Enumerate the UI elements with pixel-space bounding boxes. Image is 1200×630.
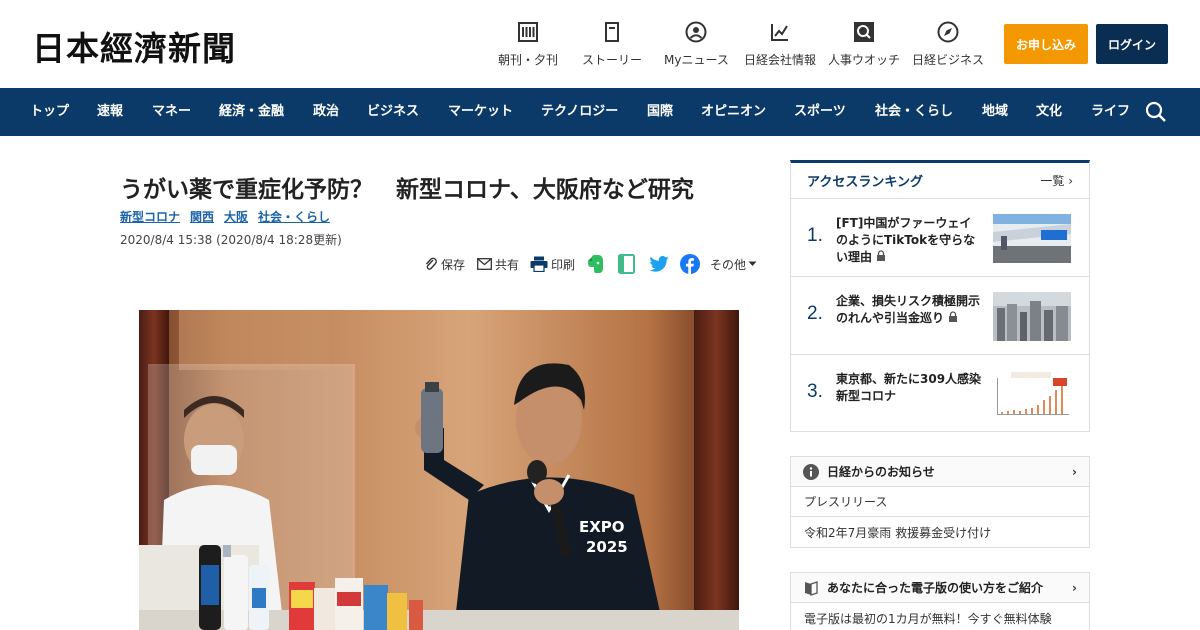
nav-nikkei-business[interactable]: 日経ビジネス bbox=[912, 20, 984, 68]
evernote-icon bbox=[588, 254, 603, 273]
nav-item-economy[interactable]: 経済・金融 bbox=[219, 88, 284, 136]
evernote-button[interactable] bbox=[587, 254, 605, 274]
chevron-right-icon: › bbox=[1072, 580, 1077, 595]
rank-headline: 東京都、新たに309人感染 新型コロナ bbox=[836, 372, 994, 403]
nav-item-sports[interactable]: スポーツ bbox=[794, 88, 846, 136]
share-button[interactable]: 共有 bbox=[477, 254, 519, 274]
nav-item-opinion[interactable]: オピニオン bbox=[701, 88, 766, 136]
nav-item-technology[interactable]: テクノロジー bbox=[541, 88, 618, 136]
rank-number: 1. bbox=[807, 225, 823, 246]
more-share-button[interactable]: その他 bbox=[710, 254, 757, 274]
lock-icon bbox=[949, 311, 958, 322]
article-date: 2020/8/4 15:38 (2020/8/4 18:28更新) bbox=[120, 233, 342, 247]
bookmark-button[interactable] bbox=[618, 254, 636, 274]
ranking-item[interactable]: 2. 企業、損失リスク積極開示 のれんや引当金巡り bbox=[791, 277, 1089, 355]
notices-header[interactable]: 日経からのお知らせ › bbox=[791, 457, 1089, 487]
nav-item-top[interactable]: トップ bbox=[30, 88, 69, 136]
twitter-icon bbox=[649, 256, 669, 272]
free-trial-link[interactable]: 電子版は最初の1カ月が無料！今すぐ無料体験 bbox=[791, 603, 1089, 630]
ranking-header: アクセスランキング 一覧 › bbox=[791, 163, 1089, 199]
printer-icon bbox=[530, 256, 548, 272]
nav-morning-evening[interactable]: 朝刊・夕刊 bbox=[498, 20, 558, 68]
ranking-item[interactable]: 3. 東京都、新たに309人感染 新型コロナ bbox=[791, 355, 1089, 433]
ranking-title: アクセスランキング bbox=[807, 175, 923, 190]
rank-headline: 企業、損失リスク積極開示 のれんや引当金巡り bbox=[836, 294, 993, 325]
chart-icon bbox=[768, 20, 792, 44]
nav-item-money[interactable]: マネー bbox=[152, 88, 191, 136]
rank-number: 3. bbox=[807, 381, 823, 402]
rank-thumbnail bbox=[993, 214, 1071, 263]
login-button[interactable]: ログイン bbox=[1096, 24, 1168, 64]
nav-item-business[interactable]: ビジネス bbox=[367, 88, 419, 136]
rank-number: 2. bbox=[807, 303, 823, 324]
facebook-button[interactable] bbox=[680, 254, 700, 274]
tag-link[interactable]: 社会・くらし bbox=[258, 208, 330, 225]
chevron-right-icon: › bbox=[1072, 464, 1077, 479]
nav-item-life[interactable]: ライフ bbox=[1091, 88, 1130, 136]
nav-item-politics[interactable]: 政治 bbox=[313, 88, 339, 136]
notice-link[interactable]: 令和2年7月豪雨 救援募金受け付け bbox=[791, 517, 1089, 547]
save-button[interactable]: 保存 bbox=[424, 254, 465, 274]
notice-link[interactable]: プレスリリース bbox=[791, 487, 1089, 517]
nav-item-market[interactable]: マーケット bbox=[448, 88, 513, 136]
site-header: 日本經濟新聞 朝刊・夕刊 ストーリー Myニュース 日経会社情報 人事ウオッチ bbox=[0, 0, 1200, 88]
access-ranking: アクセスランキング 一覧 › 1. [FT]中国がファーウェイのようにTikTo… bbox=[790, 160, 1090, 432]
nav-item-international[interactable]: 国際 bbox=[647, 88, 673, 136]
rank-headline: [FT]中国がファーウェイのようにTikTokを守らない理由 bbox=[836, 216, 976, 264]
digital-guide: あなたに合った電子版の使い方をご紹介 › 電子版は最初の1カ月が無料！今すぐ無料… bbox=[790, 572, 1090, 630]
nikkei-notices: 日経からのお知らせ › プレスリリース 令和2年7月豪雨 救援募金受け付け bbox=[790, 456, 1090, 548]
twitter-button[interactable] bbox=[649, 254, 669, 274]
rank-thumbnail bbox=[993, 370, 1071, 419]
rank-thumbnail bbox=[993, 292, 1071, 341]
newspaper-icon bbox=[516, 20, 540, 44]
nav-item-society[interactable]: 社会・くらし bbox=[875, 88, 953, 136]
lock-icon bbox=[877, 250, 886, 261]
book-icon bbox=[805, 580, 818, 596]
chevron-right-icon: › bbox=[1068, 174, 1073, 188]
nav-my-news[interactable]: Myニュース bbox=[664, 20, 729, 68]
print-button[interactable]: 印刷 bbox=[530, 254, 575, 274]
user-icon bbox=[684, 20, 708, 44]
nav-item-region[interactable]: 地域 bbox=[982, 88, 1008, 136]
mail-icon bbox=[477, 258, 492, 270]
compass-icon bbox=[936, 20, 960, 44]
caret-down-icon bbox=[748, 261, 757, 266]
ranking-more-link[interactable]: 一覧 › bbox=[1040, 172, 1073, 189]
tag-link[interactable]: 関西 bbox=[190, 208, 214, 225]
article-title: うがい薬で重症化予防？ 新型コロナ、大阪府など研究 bbox=[120, 177, 694, 203]
category-nav: トップ 速報 マネー 経済・金融 政治 ビジネス マーケット テクノロジー 国際… bbox=[0, 88, 1200, 136]
bookmark-icon bbox=[618, 254, 635, 274]
nav-story[interactable]: ストーリー bbox=[582, 20, 642, 68]
nav-item-culture[interactable]: 文化 bbox=[1036, 88, 1062, 136]
ranking-item[interactable]: 1. [FT]中国がファーウェイのようにTikTokを守らない理由 bbox=[791, 199, 1089, 277]
person-search-icon bbox=[852, 20, 876, 44]
svg-text:2025: 2025 bbox=[586, 538, 628, 556]
svg-text:EXPO: EXPO bbox=[579, 518, 625, 536]
tag-link[interactable]: 新型コロナ bbox=[120, 208, 180, 225]
article-photo: EXPO 2025 bbox=[139, 310, 739, 630]
guide-header[interactable]: あなたに合った電子版の使い方をご紹介 › bbox=[791, 573, 1089, 603]
story-icon bbox=[600, 20, 624, 44]
site-logo[interactable]: 日本經濟新聞 bbox=[32, 22, 236, 70]
apply-button[interactable]: お申し込み bbox=[1004, 24, 1088, 64]
article-tags: 新型コロナ 関西 大阪 社会・くらし bbox=[120, 208, 330, 225]
tag-link[interactable]: 大阪 bbox=[224, 208, 248, 225]
nav-company-info[interactable]: 日経会社情報 bbox=[744, 20, 816, 68]
search-icon[interactable] bbox=[1145, 101, 1167, 123]
nav-personnel-watch[interactable]: 人事ウオッチ bbox=[828, 20, 900, 68]
info-icon bbox=[803, 463, 819, 480]
paperclip-icon bbox=[425, 257, 437, 270]
facebook-icon bbox=[680, 254, 700, 274]
nav-item-breaking[interactable]: 速報 bbox=[97, 88, 123, 136]
